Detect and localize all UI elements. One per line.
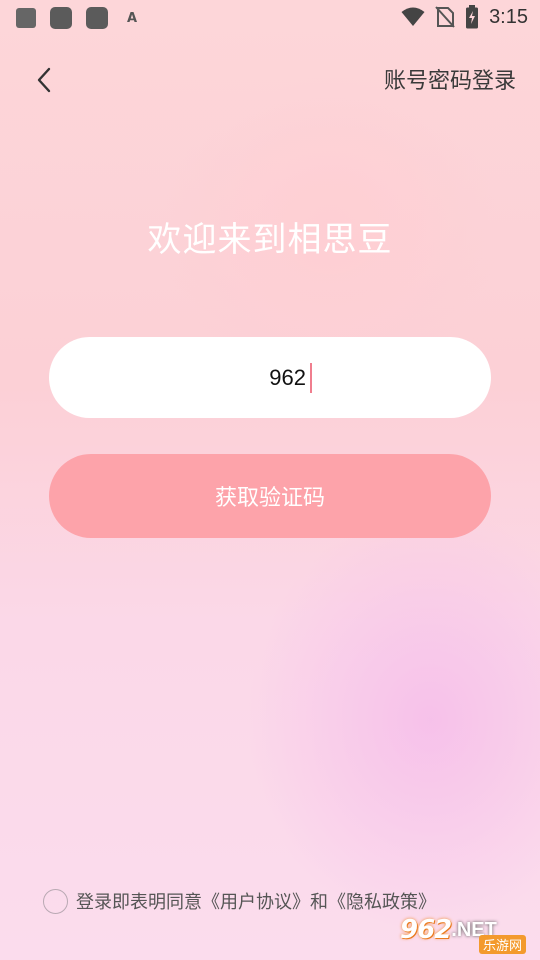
agreement-checkbox[interactable]: [43, 888, 68, 914]
phone-input[interactable]: [186, 364, 306, 391]
text-caret: [310, 362, 312, 393]
watermark-logo-text: 962: [400, 915, 452, 945]
phone-input-container[interactable]: [49, 337, 491, 418]
agreement-conjunction: 和: [310, 892, 328, 913]
watermark-logo: 962 .NET 乐游网: [400, 904, 536, 956]
no-sim-icon: [435, 6, 455, 28]
agreement-row: 登录即表明同意 《用户协议》 和 《隐私政策》: [43, 886, 436, 916]
status-bar: A 3:15: [0, 0, 540, 36]
back-button[interactable]: [24, 60, 64, 100]
battery-charging-icon: [466, 5, 479, 29]
page-title: 欢迎来到相思豆: [147, 220, 393, 260]
app-notification-icon: [50, 7, 72, 29]
status-time: 3:15: [489, 5, 528, 28]
user-agreement-link[interactable]: 《用户协议》: [202, 888, 310, 914]
app-notification-icon: [16, 8, 36, 28]
account-password-login-link[interactable]: 账号密码登录: [384, 63, 516, 95]
watermark-subtitle: 乐游网: [478, 935, 526, 954]
agreement-prefix: 登录即表明同意: [76, 892, 202, 913]
status-bar-notifications: A: [16, 7, 142, 29]
get-verification-code-button[interactable]: 获取验证码: [49, 454, 491, 538]
accessibility-icon: A: [126, 10, 138, 26]
wifi-icon: [401, 7, 425, 26]
status-bar-system: 3:15: [401, 5, 528, 29]
chevron-left-icon: [37, 67, 51, 93]
app-notification-icon: [86, 7, 108, 29]
